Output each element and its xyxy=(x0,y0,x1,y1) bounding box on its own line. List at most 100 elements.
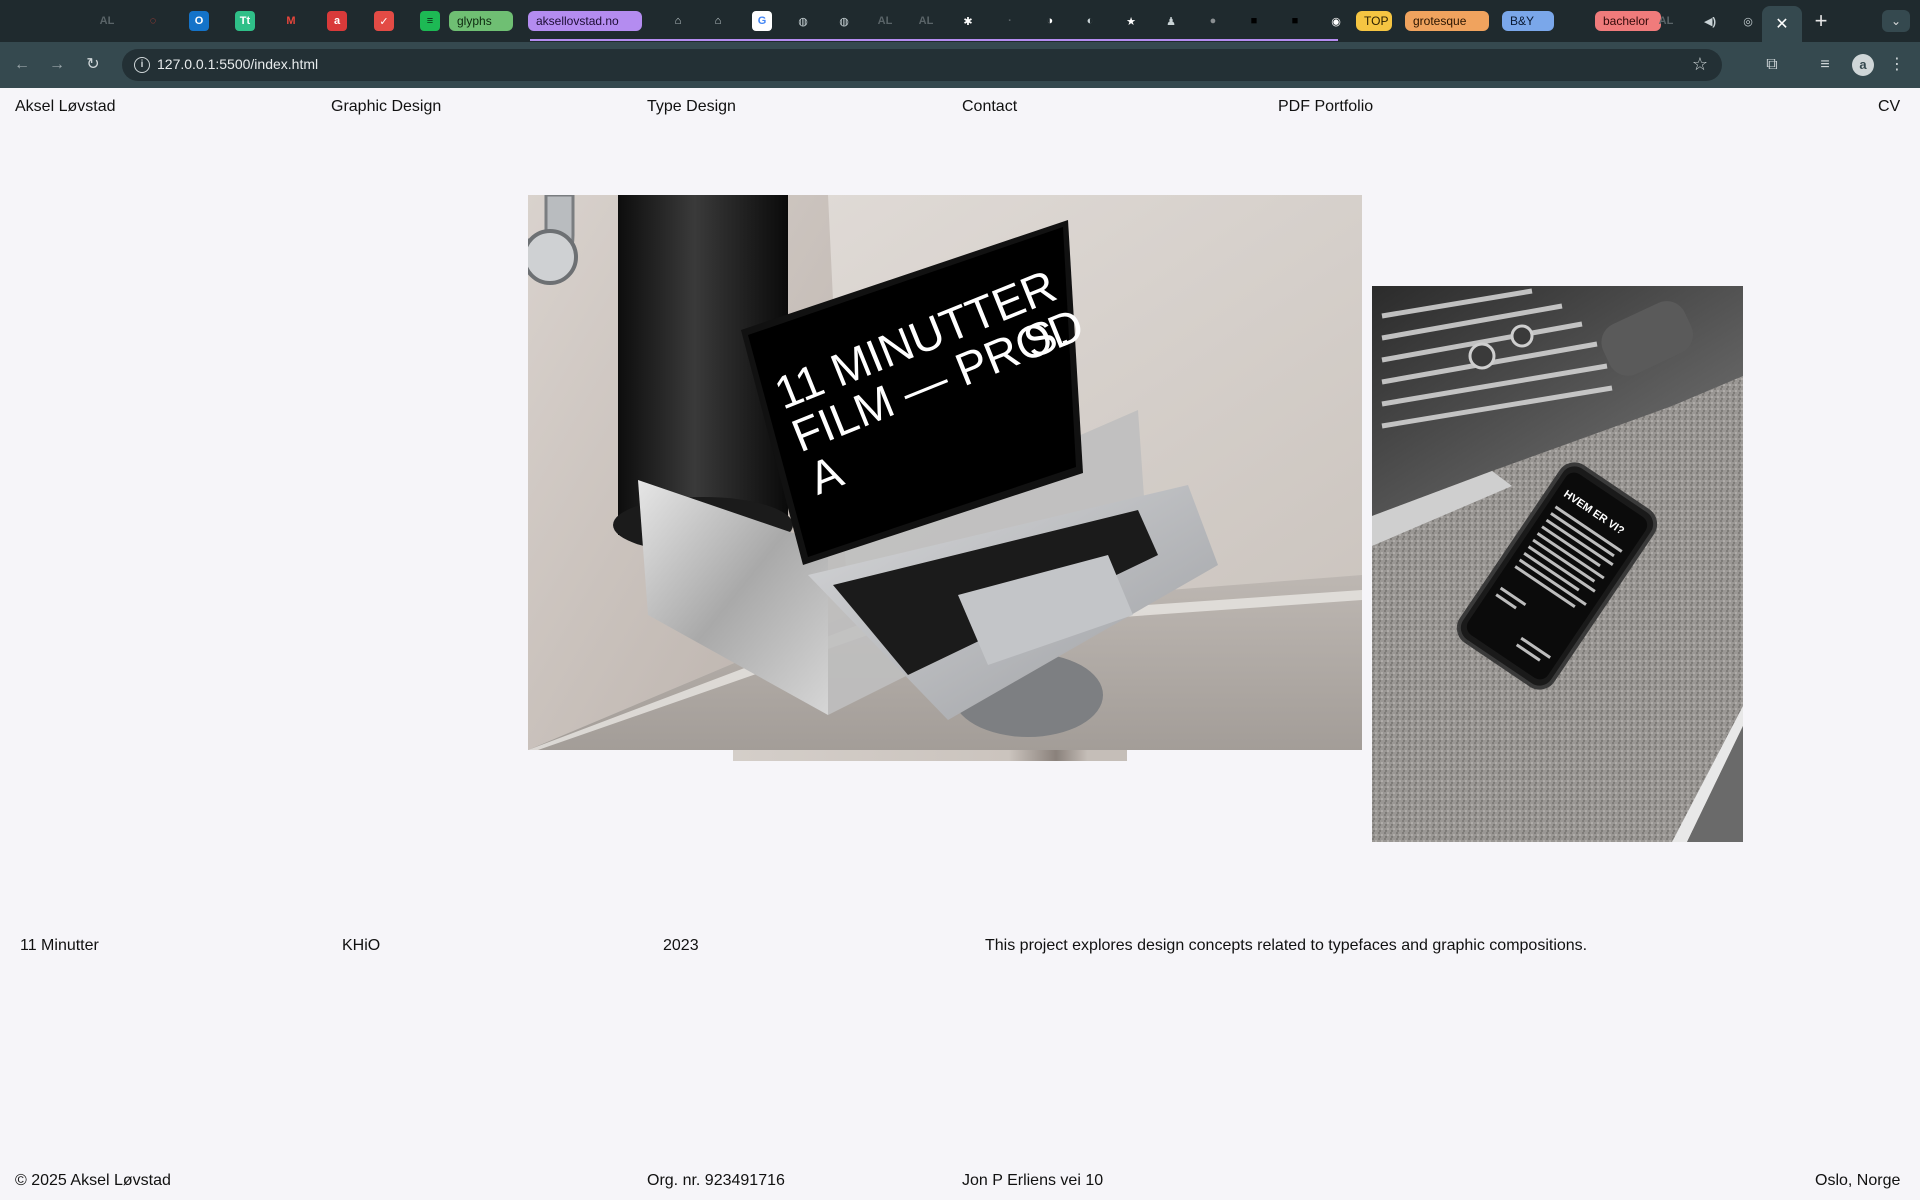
browser-tab[interactable]: aksellovstad.no xyxy=(528,9,642,33)
browser-tab[interactable]: glyphs xyxy=(449,9,513,33)
browser-tab[interactable]: Tt xyxy=(235,9,255,33)
browser-tab[interactable]: M xyxy=(281,9,301,33)
browser-tab[interactable]: ■ xyxy=(1244,9,1264,33)
extensions-icon[interactable]: ⧉ xyxy=(1760,53,1784,77)
profile-avatar[interactable]: a xyxy=(1852,54,1874,76)
browser-tab-bar: AL ◌ O Tt Ma ✓ ≡ glyphs aksellovstad.no ⌂ ⌂ G ◍ ◍ AL AL… xyxy=(0,0,1920,42)
nav-cv-link[interactable]: CV xyxy=(1878,98,1900,116)
browser-menu-icon[interactable]: ⋮ xyxy=(1885,53,1909,77)
phone-photo-illustration: HVEM ER VI? xyxy=(1372,286,1743,842)
browser-tab[interactable]: ⌂ xyxy=(708,9,728,33)
tab-favicon-icon: a xyxy=(327,11,347,31)
browser-tab[interactable]: AL xyxy=(875,9,895,33)
tab-search-button[interactable]: ⌄ xyxy=(1882,10,1910,32)
browser-tab[interactable]: ◎ xyxy=(1738,9,1758,33)
browser-tab[interactable]: AL xyxy=(916,9,936,33)
browser-tab[interactable]: ♟ xyxy=(1161,9,1181,33)
tab-favicon-icon: ★ xyxy=(1126,15,1136,28)
tab-favicon-icon: O xyxy=(189,11,209,31)
browser-tab[interactable]: ● xyxy=(1203,9,1223,33)
tab-favicon-icon: ◌ xyxy=(149,15,157,27)
tab-favicon-icon: ◉ xyxy=(1331,15,1341,28)
browser-tab[interactable]: ✓ xyxy=(374,9,394,33)
tab-favicon-icon: ◑ xyxy=(1046,15,1054,27)
browser-tab[interactable]: ◉ xyxy=(1326,9,1346,33)
browser-tab[interactable]: ◍ xyxy=(834,9,854,33)
browser-tab[interactable]: bachelor xyxy=(1595,9,1661,33)
browser-tab[interactable]: B&Y xyxy=(1502,9,1554,33)
browser-tab[interactable]: grotesque xyxy=(1405,9,1489,33)
tab-group-label: grotesque xyxy=(1405,11,1489,31)
tab-group-label: glyphs xyxy=(449,11,513,31)
browser-tab[interactable]: a xyxy=(327,9,347,33)
tab-group-underline xyxy=(530,39,1338,41)
browser-tab[interactable]: AL xyxy=(97,9,117,33)
nav-type-design-link[interactable]: Type Design xyxy=(647,98,736,116)
nav-pdf-portfolio-link[interactable]: PDF Portfolio xyxy=(1278,98,1373,116)
browser-tab[interactable]: ◀) xyxy=(1700,9,1720,33)
back-button[interactable]: ← xyxy=(11,54,33,76)
tab-favicon-icon: ◀) xyxy=(1703,15,1717,28)
close-tab-icon[interactable]: ✕ xyxy=(1775,14,1788,34)
tab-favicon-icon: Tt xyxy=(235,11,255,31)
tab-favicon-icon: ⌂ xyxy=(714,15,722,27)
browser-tab[interactable]: ◌ xyxy=(143,9,163,33)
nav-graphic-design-link[interactable]: Graphic Design xyxy=(331,98,441,116)
browser-tab[interactable]: ✱ xyxy=(958,9,978,33)
url-text[interactable]: 127.0.0.1:5500/index.html xyxy=(157,56,318,72)
project-year: 2023 xyxy=(663,937,699,954)
footer-city: Oslo, Norge xyxy=(1815,1172,1901,1189)
tab-favicon-icon: M xyxy=(286,15,296,27)
project-title: 11 Minutter xyxy=(20,937,99,954)
browser-tab[interactable]: TOP xyxy=(1356,9,1392,33)
media-controls-icon[interactable]: ≡ xyxy=(1813,53,1837,77)
tab-group-label: aksellovstad.no xyxy=(528,11,642,31)
tab-favicon-icon: ■ xyxy=(1291,15,1299,27)
forward-button[interactable]: → xyxy=(46,54,68,76)
tab-favicon-icon: ◍ xyxy=(839,15,849,28)
tab-favicon-icon: ⌂ xyxy=(674,15,682,27)
project-description: This project explores design concepts re… xyxy=(985,937,1588,954)
tab-favicon-icon: ≡ xyxy=(420,11,440,31)
browser-tab[interactable]: ◐ xyxy=(1080,9,1100,33)
tab-group-label: bachelor xyxy=(1595,11,1661,31)
phone-photo: HVEM ER VI? xyxy=(1372,286,1743,842)
footer-org-number: Org. nr. 923491716 xyxy=(647,1172,785,1189)
browser-tab[interactable]: ★ xyxy=(1121,9,1141,33)
photo-shadow-strip xyxy=(733,750,1127,761)
active-tab[interactable]: ✕ xyxy=(1762,6,1802,42)
browser-tab[interactable]: O xyxy=(189,9,209,33)
nav-contact-link[interactable]: Contact xyxy=(962,98,1017,116)
new-tab-button[interactable]: + xyxy=(1808,8,1834,34)
tab-favicon-icon: ◐ xyxy=(1086,15,1094,27)
tab-favicon-icon: ✓ xyxy=(374,11,394,31)
browser-tab[interactable]: ⌂ xyxy=(668,9,688,33)
browser-tab[interactable]: · xyxy=(1000,9,1020,33)
tab-favicon-icon: AL xyxy=(877,15,893,27)
browser-tab[interactable]: G xyxy=(752,9,772,33)
tab-favicon-icon: ✱ xyxy=(963,15,973,28)
tab-group-label: TOP xyxy=(1356,11,1392,31)
browser-tab[interactable]: ≡ xyxy=(420,9,440,33)
address-bar[interactable]: i 127.0.0.1:5500/index.html ☆ xyxy=(122,49,1722,81)
browser-tab[interactable]: ◍ xyxy=(793,9,813,33)
tab-favicon-icon: ● xyxy=(1209,15,1217,27)
tab-favicon-icon: · xyxy=(1008,15,1012,27)
nav-home-link[interactable]: Aksel Løvstad xyxy=(15,98,115,116)
browser-tab[interactable]: ■ xyxy=(1285,9,1305,33)
project-client: KHiO xyxy=(342,937,381,954)
tab-favicon-icon: ■ xyxy=(1250,15,1258,27)
site-info-icon[interactable]: i xyxy=(134,57,150,73)
bookmark-star-icon[interactable]: ☆ xyxy=(1692,54,1708,75)
tab-favicon-icon: G xyxy=(752,11,772,31)
tab-favicon-icon: AL xyxy=(1658,15,1674,27)
tab-group-label: B&Y xyxy=(1502,11,1554,31)
browser-tab[interactable]: ◑ xyxy=(1040,9,1060,33)
browser-toolbar: ← → ↻ i 127.0.0.1:5500/index.html ☆ ⧉ ≡ … xyxy=(0,42,1920,88)
browser-tab[interactable]: AL xyxy=(1656,9,1676,33)
tab-favicon-icon: ♟ xyxy=(1166,15,1176,28)
tab-favicon-icon: ◍ xyxy=(798,15,808,28)
reload-button[interactable]: ↻ xyxy=(82,54,104,76)
tab-favicon-icon: AL xyxy=(918,15,934,27)
laptop-photo-illustration: 11 MINUTTER FILM — PROD A S. xyxy=(528,195,1362,750)
